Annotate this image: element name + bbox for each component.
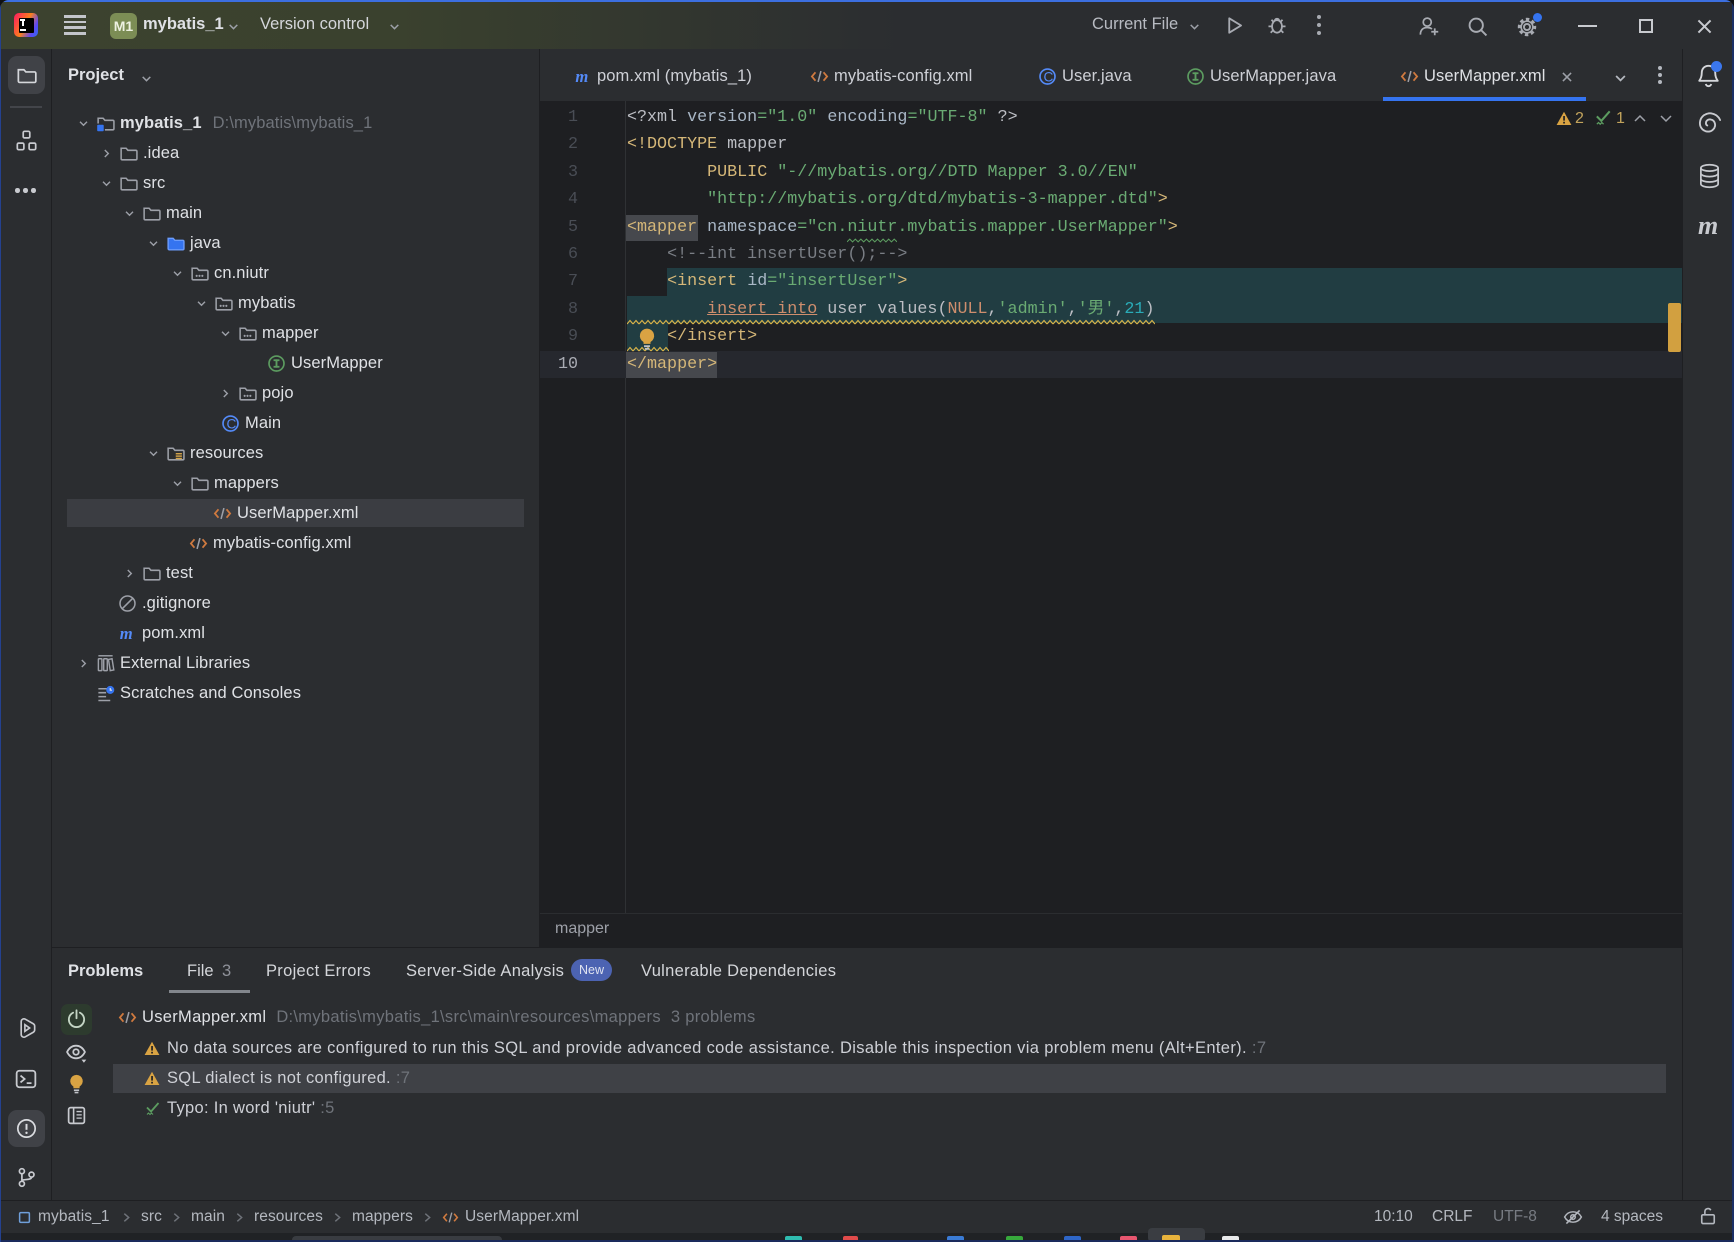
svg-text:m: m <box>120 624 133 643</box>
svg-text:m: m <box>575 67 588 86</box>
svg-text:C: C <box>1043 69 1053 84</box>
svg-text:C: C <box>226 416 236 431</box>
